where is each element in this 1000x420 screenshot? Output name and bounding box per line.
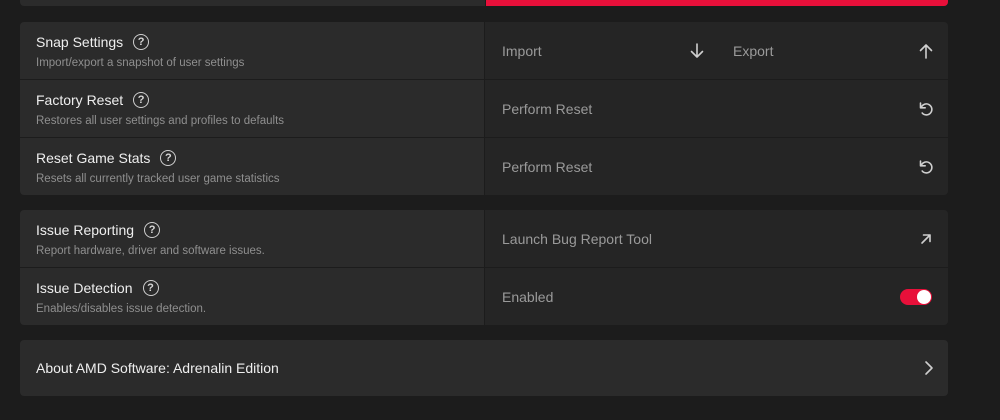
- issue-detection-description: Enables/disables issue detection.: [36, 303, 207, 315]
- import-label: Import: [502, 42, 542, 59]
- perform-reset-label: Perform Reset: [502, 158, 593, 175]
- launch-bug-report-label: Launch Bug Report Tool: [502, 230, 652, 247]
- reset-icon[interactable]: [916, 80, 936, 137]
- issue-detection-control: Enabled: [485, 268, 948, 325]
- issue-reporting-description: Report hardware, driver and software iss…: [36, 245, 265, 257]
- issue-detection-toggle[interactable]: [900, 289, 932, 305]
- reset-game-stats-info: Reset Game Stats ? Resets all currently …: [20, 138, 484, 195]
- export-label: Export: [733, 42, 774, 59]
- import-button[interactable]: Import: [502, 22, 542, 79]
- arrow-up-icon[interactable]: [916, 22, 936, 79]
- reset-icon[interactable]: [916, 138, 936, 195]
- launch-bug-report-button[interactable]: Launch Bug Report Tool: [502, 210, 652, 267]
- external-link-icon[interactable]: [916, 210, 936, 267]
- top-banner-accent[interactable]: [486, 0, 948, 6]
- issue-detection-status: Enabled: [502, 268, 553, 325]
- issue-reporting-action[interactable]: Launch Bug Report Tool: [485, 210, 948, 267]
- factory-reset-action[interactable]: Perform Reset: [485, 80, 948, 137]
- export-button[interactable]: Export: [733, 22, 773, 79]
- help-icon[interactable]: ?: [142, 280, 159, 296]
- reset-game-stats-title: Reset Game Stats: [36, 150, 151, 166]
- arrow-down-icon[interactable]: [687, 22, 707, 79]
- toggle-knob: [917, 290, 931, 304]
- factory-reset-info: Factory Reset ? Restores all user settin…: [20, 80, 484, 137]
- help-icon[interactable]: ?: [133, 92, 150, 108]
- perform-reset-button[interactable]: Perform Reset: [502, 80, 592, 137]
- top-banner-strip: [20, 0, 948, 6]
- snap-settings-row: Snap Settings ? Import/export a snapshot…: [20, 22, 948, 79]
- issue-reporting-title: Issue Reporting: [36, 222, 135, 238]
- factory-reset-description: Restores all user settings and profiles …: [36, 115, 285, 127]
- factory-reset-title: Factory Reset: [36, 92, 124, 108]
- factory-reset-row: Factory Reset ? Restores all user settin…: [20, 80, 948, 137]
- snap-settings-actions: Import Export: [485, 22, 948, 79]
- help-icon[interactable]: ?: [144, 222, 161, 238]
- about-amd-software-row[interactable]: About AMD Software: Adrenalin Edition: [20, 340, 948, 396]
- help-icon[interactable]: ?: [160, 150, 177, 166]
- about-label: About AMD Software: Adrenalin Edition: [36, 360, 279, 376]
- issue-detection-title: Issue Detection: [36, 280, 133, 296]
- snap-settings-description: Import/export a snapshot of user setting…: [36, 57, 245, 69]
- issue-detection-info: Issue Detection ? Enables/disables issue…: [20, 268, 484, 325]
- snap-settings-info: Snap Settings ? Import/export a snapshot…: [20, 22, 484, 79]
- perform-reset-label: Perform Reset: [502, 100, 593, 117]
- perform-reset-button[interactable]: Perform Reset: [502, 138, 592, 195]
- settings-group-issues: Issue Reporting ? Report hardware, drive…: [20, 210, 948, 325]
- issue-detection-row: Issue Detection ? Enables/disables issue…: [20, 268, 948, 325]
- reset-game-stats-action[interactable]: Perform Reset: [485, 138, 948, 195]
- issue-detection-status-label: Enabled: [502, 288, 554, 305]
- snap-settings-title: Snap Settings: [36, 34, 124, 50]
- top-banner-left: [20, 0, 485, 6]
- help-icon[interactable]: ?: [133, 34, 150, 50]
- issue-reporting-info: Issue Reporting ? Report hardware, drive…: [20, 210, 484, 267]
- issue-reporting-row: Issue Reporting ? Report hardware, drive…: [20, 210, 948, 267]
- reset-game-stats-description: Resets all currently tracked user game s…: [36, 173, 280, 185]
- chevron-right-icon[interactable]: [924, 340, 934, 396]
- settings-group-reset: Snap Settings ? Import/export a snapshot…: [20, 22, 948, 195]
- reset-game-stats-row: Reset Game Stats ? Resets all currently …: [20, 138, 948, 195]
